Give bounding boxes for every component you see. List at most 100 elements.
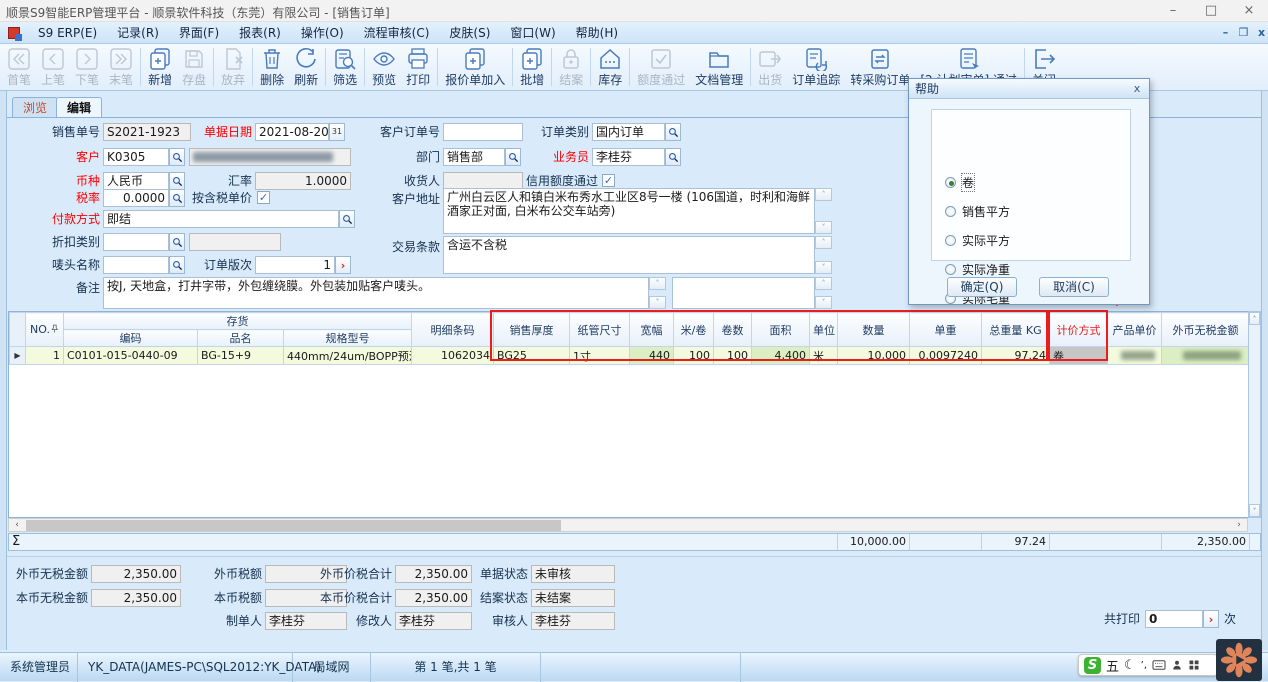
col-code[interactable]: 编码 [64, 330, 198, 347]
menu-skin[interactable]: 皮肤(S) [439, 22, 500, 44]
col-width[interactable]: 宽幅 [630, 313, 674, 347]
scroll-up-icon[interactable]: ˄ [815, 236, 832, 249]
col-pricing-method[interactable]: 计价方式 [1050, 313, 1108, 347]
cell-barcode[interactable]: 1062034 [412, 347, 494, 365]
mdi-restore-button[interactable]: ❐ [1236, 24, 1251, 41]
col-total-weight[interactable]: 总重量 KG [982, 313, 1050, 347]
scroll-down-icon[interactable]: ˅ [649, 296, 666, 309]
currency-lookup-button[interactable] [169, 172, 185, 190]
radio-roll[interactable]: 卷 [945, 174, 974, 191]
moon-icon[interactable]: ☾ [1124, 658, 1136, 673]
menu-operation[interactable]: 操作(O) [291, 22, 354, 44]
col-spec[interactable]: 规格型号 [284, 330, 412, 347]
radio-sales-sqm[interactable]: 销售平方 [945, 203, 1010, 220]
aux-textarea[interactable] [672, 277, 815, 309]
menu-help[interactable]: 帮助(H) [566, 22, 628, 44]
screen-recorder-tray-icon[interactable] [1216, 639, 1262, 681]
col-no[interactable]: NO. [26, 313, 64, 347]
keyboard-icon[interactable] [1152, 659, 1166, 671]
cancel-button[interactable]: 取消(C) [1039, 277, 1109, 297]
scroll-right-icon[interactable]: › [1231, 519, 1247, 531]
refresh-button[interactable]: 刷新 [289, 45, 323, 89]
discount-type-lookup-button[interactable] [169, 233, 185, 251]
tax-rate-lookup-button[interactable] [169, 189, 185, 207]
cell-pricing-method[interactable]: 卷 [1050, 347, 1108, 365]
new-button[interactable]: 新增 [143, 45, 177, 89]
discount-type-field[interactable] [103, 233, 169, 251]
cell-product-price[interactable] [1108, 347, 1162, 365]
tab-browse[interactable]: 浏览 [12, 97, 58, 118]
calendar-icon[interactable]: 31 [329, 123, 345, 141]
department-field[interactable]: 销售部 [443, 148, 505, 166]
scrollbar-thumb[interactable] [26, 520, 561, 531]
cell-area[interactable]: 4,400 [752, 347, 810, 365]
punctuation-icon[interactable]: ’, [1141, 660, 1147, 671]
cell-rolls[interactable]: 100 [714, 347, 752, 365]
col-barcode[interactable]: 明细条码 [412, 313, 494, 347]
cell-spec[interactable]: 440mm/24um/BOPP预涂... [284, 347, 412, 365]
delete-button[interactable]: 删除 [255, 45, 289, 89]
sogou-logo-icon[interactable]: S [1084, 657, 1101, 674]
help-dialog-titlebar[interactable]: 帮助 x [909, 79, 1149, 99]
dialog-close-icon[interactable]: x [1129, 81, 1145, 96]
print-count-spinner[interactable]: › [1203, 610, 1219, 628]
salesman-field[interactable]: 李桂芬 [592, 148, 665, 166]
payment-lookup-button[interactable] [339, 210, 355, 228]
order-track-button[interactable]: 订单追踪 [787, 45, 845, 89]
address-textarea[interactable]: 广州白云区人和镇白米布秀水工业区8号一楼 (106国道，时利和海鲜酒家正对面, … [443, 188, 815, 234]
menu-interface[interactable]: 界面(F) [169, 22, 229, 44]
col-foreign-amount[interactable]: 外币无税金额 [1162, 313, 1250, 347]
col-thickness[interactable]: 销售厚度 [494, 313, 570, 347]
col-tube[interactable]: 纸管尺寸 [570, 313, 630, 347]
cell-qty[interactable]: 10,000 [838, 347, 910, 365]
salesman-lookup-button[interactable] [665, 148, 681, 166]
scroll-left-icon[interactable]: ‹ [9, 519, 25, 531]
trade-terms-textarea[interactable]: 含运不含税 [443, 236, 815, 274]
cell-no[interactable]: 1 [26, 347, 64, 365]
customer-field[interactable]: K0305 [103, 148, 169, 166]
doc-date-field[interactable]: 2021-08-20 [255, 123, 329, 141]
tab-edit[interactable]: 编辑 [56, 97, 102, 118]
remark-scroll[interactable]: ˄˅ [649, 277, 666, 309]
menu-workflow[interactable]: 流程审核(C) [354, 22, 440, 44]
mdi-minimize-button[interactable]: – [1218, 24, 1233, 41]
grid-horizontal-scrollbar[interactable]: ‹ › [8, 518, 1248, 532]
col-name[interactable]: 品名 [198, 330, 284, 347]
person-icon[interactable] [1171, 659, 1183, 671]
document-manage-button[interactable]: 文档管理 [690, 45, 748, 89]
col-product-price[interactable]: 产品单价 [1108, 313, 1162, 347]
order-type-lookup-button[interactable] [665, 123, 681, 141]
window-close-button[interactable]: × [1234, 0, 1264, 22]
quote-import-button[interactable]: 报价单加入 [440, 45, 510, 89]
department-lookup-button[interactable] [505, 148, 521, 166]
currency-field[interactable]: 人民币 [103, 172, 169, 190]
cell-unit-weight[interactable]: 0.0097240 [910, 347, 982, 365]
customer-lookup-button[interactable] [169, 148, 185, 166]
to-purchase-order-button[interactable]: 转采购订单 [845, 45, 915, 89]
window-restore-button[interactable]: □ [1196, 0, 1226, 22]
credit-pass-checkbox[interactable]: ✓ [602, 174, 615, 187]
scroll-up-icon[interactable]: ˄ [1249, 312, 1260, 325]
trade-terms-scroll[interactable]: ˄˅ [815, 236, 832, 274]
menu-window[interactable]: 窗口(W) [500, 22, 565, 44]
col-unit-weight[interactable]: 单重 [910, 313, 982, 347]
grid-vertical-scrollbar[interactable]: ˄˅ [1248, 311, 1261, 518]
col-rolls[interactable]: 卷数 [714, 313, 752, 347]
radio-actual-net-weight[interactable]: 实际净重 [945, 261, 1010, 278]
col-qty[interactable]: 数量 [838, 313, 910, 347]
menu-report[interactable]: 报表(R) [229, 22, 291, 44]
preview-button[interactable]: 预览 [367, 45, 401, 89]
remark-textarea[interactable]: 按J, 天地盒，打井字带，外包缠绕膜。外包装加贴客户唛头。 [103, 277, 649, 309]
ime-mode-icon[interactable]: 五 [1106, 656, 1119, 675]
cell-foreign-amount[interactable] [1162, 347, 1250, 365]
radio-actual-sqm[interactable]: 实际平方 [945, 232, 1010, 249]
table-row[interactable]: ▶ 1 C0101-015-0440-09 BG-15+9 440mm/24um… [10, 347, 1250, 365]
col-group-inventory[interactable]: 存货 [64, 313, 412, 330]
tax-included-checkbox[interactable]: ✓ [257, 191, 270, 204]
scroll-down-icon[interactable]: ˅ [815, 261, 832, 274]
menu-s9erp[interactable]: S9 ERP(E) [28, 22, 107, 44]
scroll-down-icon[interactable]: ˅ [815, 221, 832, 234]
customer-order-field[interactable] [443, 123, 523, 141]
mark-name-field[interactable] [103, 256, 169, 274]
cell-unit[interactable]: 米 [810, 347, 838, 365]
